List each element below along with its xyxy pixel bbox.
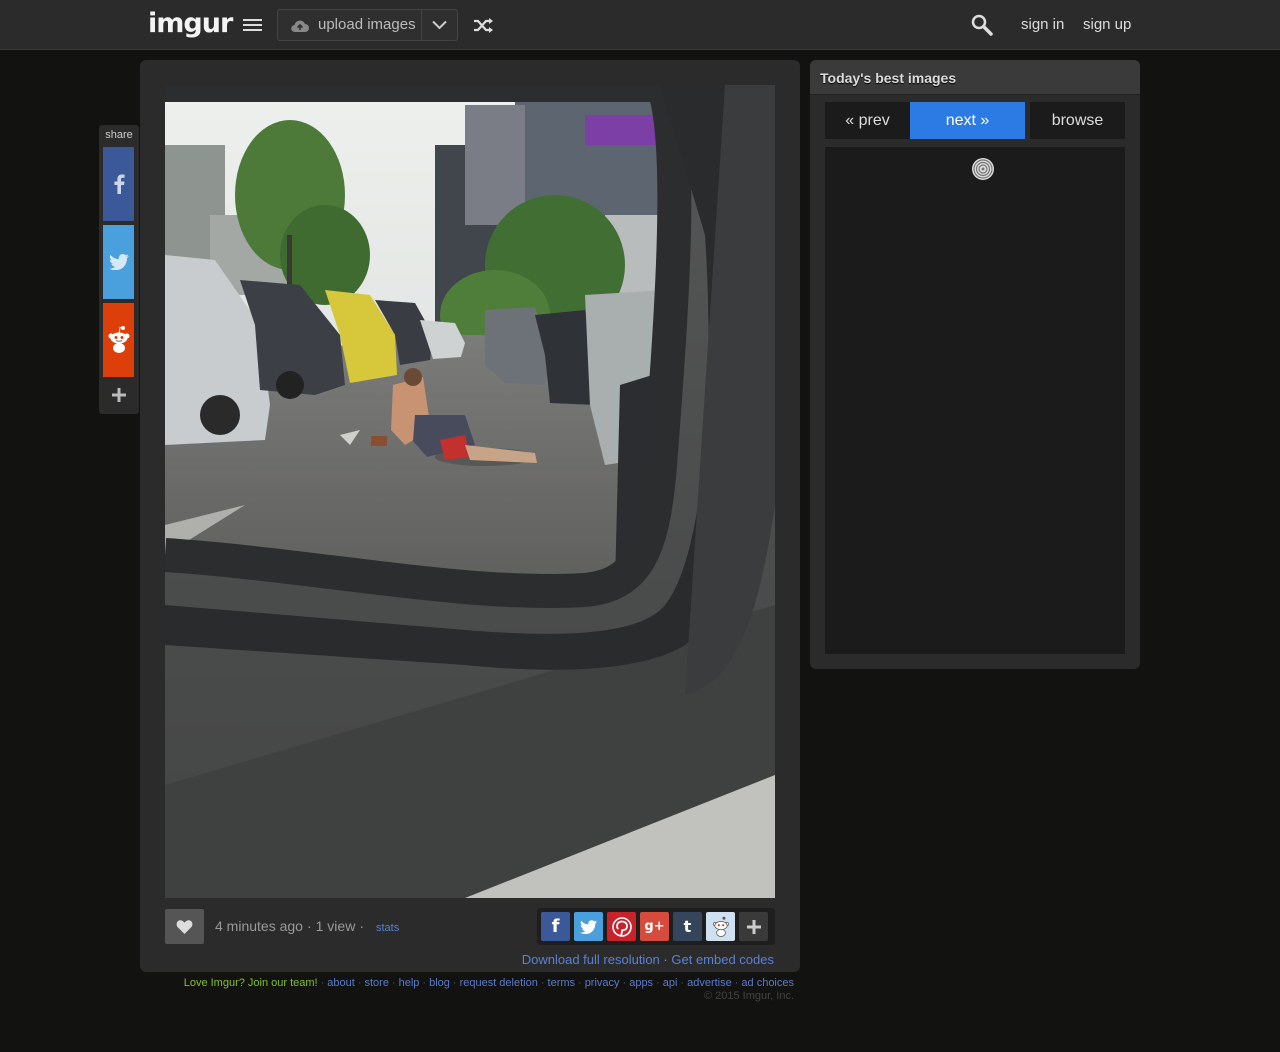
- stats-link[interactable]: stats: [376, 922, 399, 934]
- hamburger-menu-icon[interactable]: [243, 19, 262, 33]
- reddit-share-button[interactable]: [706, 912, 735, 941]
- post-image[interactable]: [165, 85, 775, 898]
- facebook-icon: f: [551, 916, 560, 937]
- download-links: Download full resolution · Get embed cod…: [522, 952, 774, 967]
- footer-link-terms[interactable]: terms: [548, 977, 576, 989]
- shuffle-icon[interactable]: [473, 17, 494, 34]
- more-share-button[interactable]: [739, 912, 768, 941]
- upload-images-label: upload images: [318, 16, 416, 33]
- panel-header: Today's best images: [810, 60, 1140, 95]
- google-plus-icon: g+: [644, 919, 665, 934]
- download-full-resolution-link[interactable]: Download full resolution: [522, 952, 660, 967]
- heart-icon: [176, 919, 193, 934]
- upload-images-button[interactable]: upload images: [278, 10, 421, 40]
- post-time: 4 minutes ago: [215, 918, 303, 934]
- loading-spinner-icon: [972, 158, 994, 180]
- tumblr-icon: t: [683, 917, 692, 936]
- twitter-icon: [580, 919, 597, 934]
- get-embed-codes-link[interactable]: Get embed codes: [671, 952, 774, 967]
- footer-link-ad-choices[interactable]: ad choices: [741, 977, 794, 989]
- plus-icon: [746, 919, 761, 934]
- search-icon[interactable]: [971, 14, 993, 36]
- chevron-down-icon: [432, 20, 447, 30]
- share-more-button[interactable]: [103, 381, 134, 409]
- browse-button[interactable]: browse: [1030, 102, 1125, 139]
- image-post-panel: 4 minutes ago · 1 view · stats f g+ t Do…: [140, 60, 800, 972]
- pinterest-share-button[interactable]: [607, 912, 636, 941]
- sign-up-link[interactable]: sign up: [1083, 16, 1131, 33]
- love-imgur-link[interactable]: Love Imgur? Join our team!: [184, 977, 318, 989]
- footer-link-store[interactable]: store: [364, 977, 388, 989]
- footer-link-blog[interactable]: blog: [429, 977, 450, 989]
- prev-button[interactable]: « prev: [825, 102, 910, 139]
- footer-link-help[interactable]: help: [399, 977, 420, 989]
- side-mirror-street-photo: [165, 85, 775, 898]
- sign-in-link[interactable]: sign in: [1021, 16, 1064, 33]
- social-share-row: f g+ t: [537, 908, 775, 945]
- share-twitter-button[interactable]: [103, 225, 134, 299]
- post-meta: 4 minutes ago · 1 view · stats: [215, 918, 400, 934]
- gallery-thumbnails-area: [825, 147, 1125, 654]
- plus-icon: [111, 388, 126, 402]
- cloud-upload-icon: [291, 20, 309, 33]
- footer-link-api[interactable]: api: [663, 977, 678, 989]
- footer-link-request-deletion[interactable]: request deletion: [460, 977, 538, 989]
- footer-link-advertise[interactable]: advertise: [687, 977, 732, 989]
- upload-dropdown-button[interactable]: [421, 10, 458, 40]
- footer-links: Love Imgur? Join our team! · about · store · h…: [183, 977, 794, 989]
- upload-control: upload images: [277, 9, 458, 41]
- pinterest-icon: [611, 916, 632, 937]
- next-button[interactable]: next »: [910, 102, 1025, 139]
- footer-link-privacy[interactable]: privacy: [585, 977, 620, 989]
- top-bar: imgur upload images sign in sign up: [0, 0, 1280, 50]
- best-images-panel: Today's best images « prev next » browse: [810, 60, 1140, 669]
- panel-title: Today's best images: [820, 70, 957, 86]
- reddit-icon: [712, 916, 729, 937]
- link-separator: ·: [663, 952, 668, 967]
- copyright: © 2015 Imgur, Inc.: [703, 990, 794, 1002]
- imgur-logo[interactable]: imgur: [148, 7, 233, 41]
- tumblr-share-button[interactable]: t: [673, 912, 702, 941]
- favorite-button[interactable]: [165, 909, 204, 944]
- footer-link-apps[interactable]: apps: [629, 977, 653, 989]
- share-sidebar: share: [99, 125, 139, 414]
- twitter-share-button[interactable]: [574, 912, 603, 941]
- view-count: 1 view: [315, 918, 356, 934]
- reddit-alien-icon: [108, 326, 129, 353]
- twitter-icon: [108, 254, 129, 270]
- facebook-icon: [113, 174, 125, 194]
- share-facebook-button[interactable]: [103, 147, 134, 221]
- share-label: share: [105, 129, 133, 141]
- share-reddit-button[interactable]: [103, 303, 134, 377]
- google-plus-share-button[interactable]: g+: [640, 912, 669, 941]
- facebook-share-button[interactable]: f: [541, 912, 570, 941]
- footer-link-about[interactable]: about: [327, 977, 355, 989]
